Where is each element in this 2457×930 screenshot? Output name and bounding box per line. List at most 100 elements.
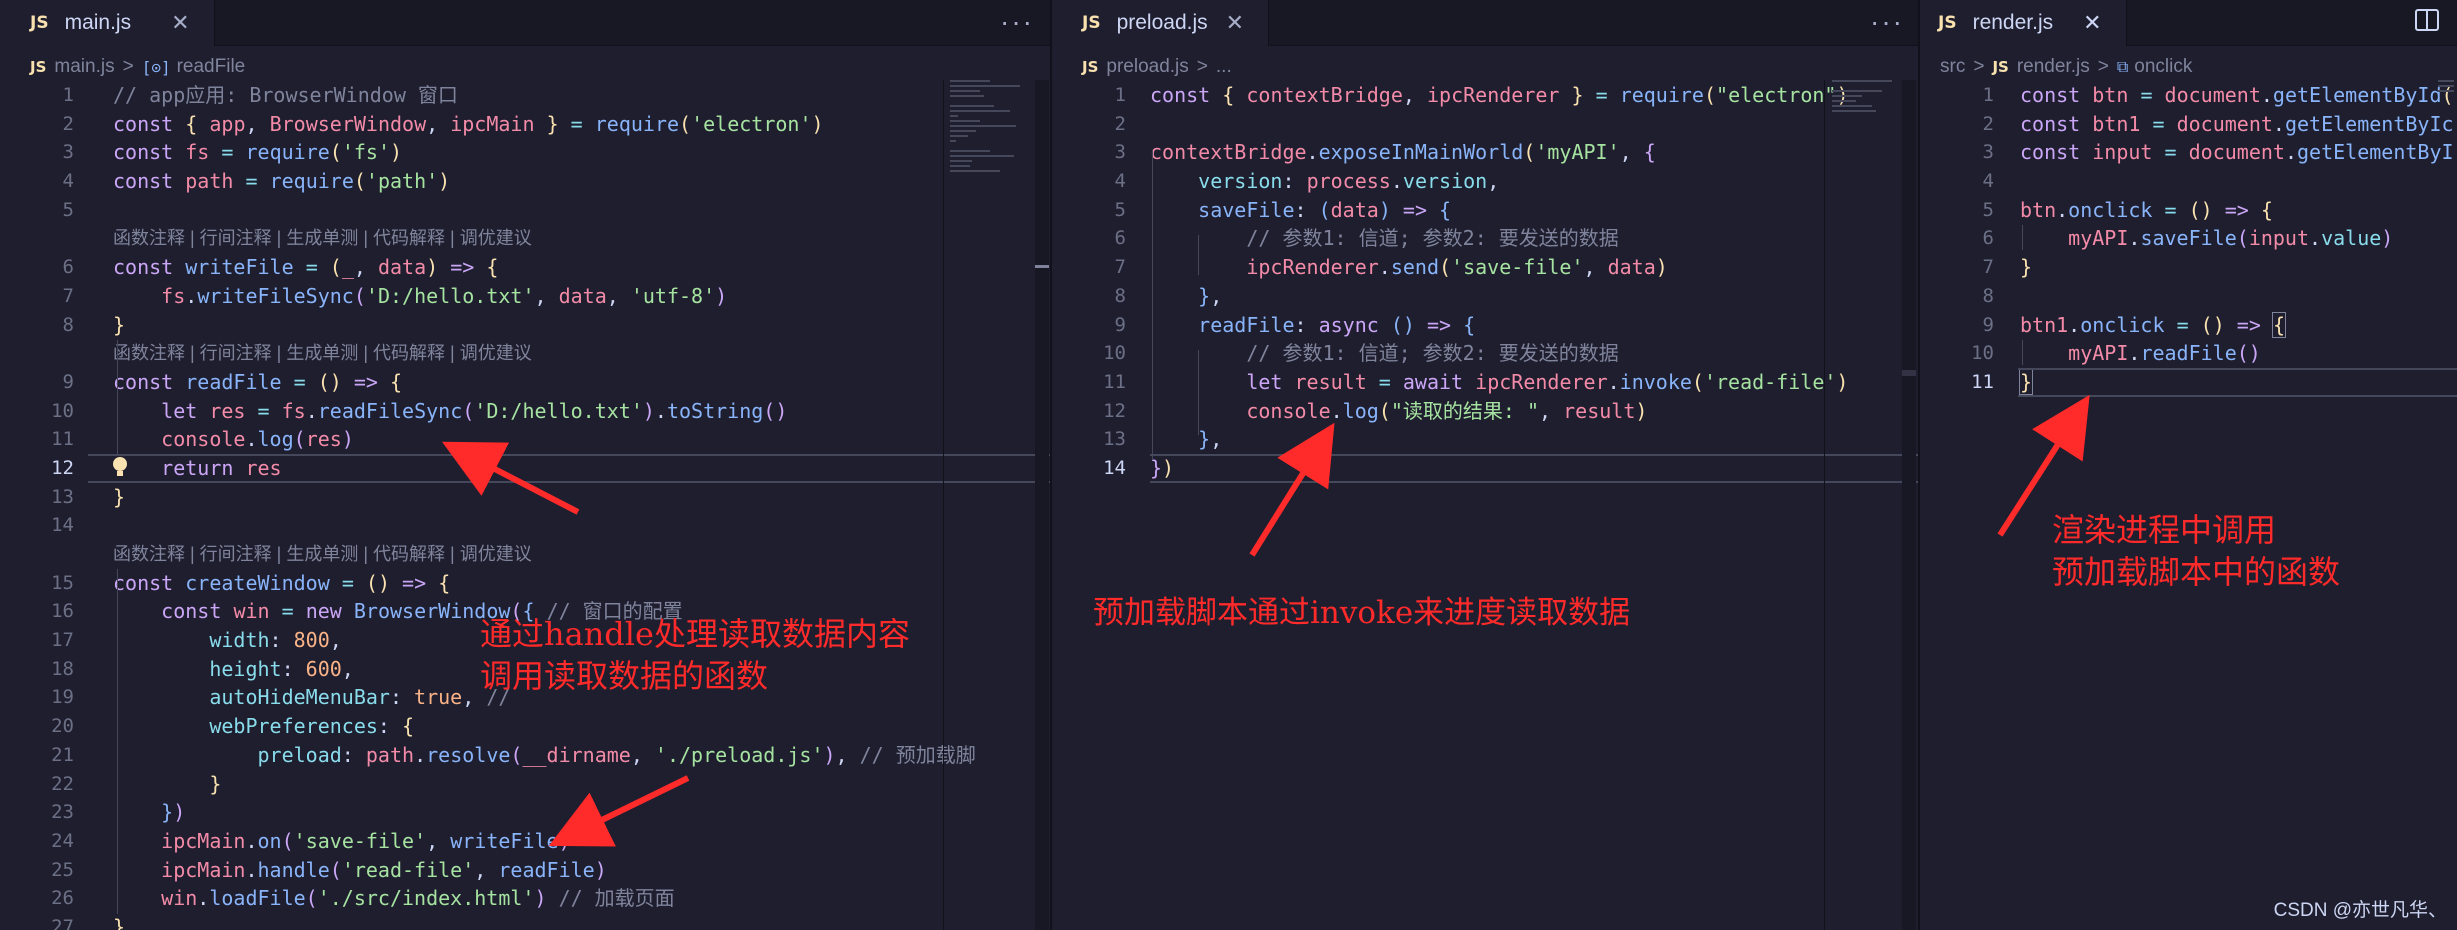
code-line: 20 webPreferences: {: [0, 712, 1050, 741]
line-text: },: [1198, 283, 1223, 308]
line-text: }): [1150, 455, 1175, 480]
lightbulb-icon[interactable]: [113, 456, 127, 477]
vertical-scrollbar[interactable]: [1902, 80, 1916, 930]
code-line: 6 myAPI.saveFile(input.value): [1920, 224, 2457, 253]
breadcrumb-separator: >: [122, 56, 134, 77]
breadcrumb-folder[interactable]: src: [1940, 56, 1965, 78]
code-line: 3 contextBridge.exposeInMainWorld('myAPI'…: [1052, 138, 1918, 167]
close-icon[interactable]: ✕: [2083, 10, 2101, 36]
minimap-border: [1824, 80, 1825, 930]
line-text: version: process.version,: [1198, 169, 1500, 194]
line-text: const input = document.getElementByI: [2020, 140, 2454, 165]
more-actions-icon[interactable]: ···: [1870, 6, 1904, 38]
code-line-current: 12 return res: [0, 453, 1050, 483]
line-text: }: [113, 914, 126, 930]
tab-label: preload.js: [1116, 11, 1208, 34]
annotation-text: 预加载脚本通过invoke来进度读取数据: [1093, 595, 1631, 631]
line-text: fs.writeFileSync('D:/hello.txt', data, '…: [161, 283, 728, 308]
breadcrumb-file[interactable]: main.js: [54, 56, 114, 78]
line-text: return res: [161, 455, 282, 480]
minimap-border: [943, 80, 944, 930]
annotation-text: 通过handle处理读取数据内容: [480, 615, 910, 653]
line-text: myAPI.saveFile(input.value): [2068, 226, 2394, 251]
line-text: win.loadFile('./src/index.html') // 加载页面: [161, 886, 675, 911]
js-file-icon: JS: [30, 58, 47, 76]
code-editor-render[interactable]: 1 const btn = document.getElementById( 2c…: [1920, 81, 2457, 397]
code-line: 23 }): [0, 798, 1050, 827]
line-text: readFile: async () => {: [1198, 312, 1476, 337]
indent-guide: [117, 340, 118, 455]
line-text: ipcMain.handle('read-file', readFile): [161, 857, 607, 882]
code-line: 9 readFile: async () => {: [1052, 311, 1918, 340]
line-text: const btn = document.getElementById(: [2020, 83, 2454, 107]
line-text: // 参数1: 信道; 参数2: 要发送的数据: [1246, 226, 1619, 251]
breadcrumb: src > JS render.js > ⧉ onclick: [1940, 52, 2192, 82]
editor-pane-render: JS render.js ✕ src > JS render.js > ⧉ on…: [1920, 0, 2457, 930]
tab-preload-js[interactable]: JS preload.js ✕: [1052, 0, 1270, 46]
symbol-icon: ⧉: [2116, 57, 2129, 76]
minimap[interactable]: [2438, 80, 2456, 190]
code-line: 13}: [0, 483, 1050, 512]
breadcrumb-symbol[interactable]: ...: [1216, 56, 1232, 78]
line-text: }: [2018, 368, 2034, 395]
codelens[interactable]: 函数注释 | 行间注释 | 生成单测 | 代码解释 | 调优建议: [0, 224, 1050, 253]
line-text: const readFile = () => {: [113, 369, 403, 394]
line-text: saveFile: (data) => {: [1198, 197, 1452, 222]
line-text: }: [113, 484, 126, 509]
code-line: 14: [51, 514, 74, 537]
tab-render-js[interactable]: JS render.js ✕: [1920, 0, 2127, 46]
scroll-thumb[interactable]: [1902, 370, 1916, 376]
code-line: 10 // 参数1: 信道; 参数2: 要发送的数据: [1052, 339, 1918, 368]
annotation-text: 调用读取数据的函数: [480, 657, 769, 695]
code-line: 10 let res = fs.readFileSync('D:/hello.t…: [0, 397, 1050, 426]
close-icon[interactable]: ✕: [171, 10, 189, 36]
minimap[interactable]: [950, 80, 1040, 190]
split-editor-icon[interactable]: [2415, 9, 2439, 31]
breadcrumb-symbol[interactable]: onclick: [2134, 56, 2192, 78]
tab-main-js[interactable]: JS main.js ✕: [0, 0, 215, 46]
code-line: 11 let result = await ipcRenderer.invoke…: [1052, 368, 1918, 397]
codelens[interactable]: 函数注释 | 行间注释 | 生成单测 | 代码解释 | 调优建议: [0, 339, 1050, 368]
breadcrumb: JS main.js > [⊙] readFile: [30, 52, 245, 82]
line-text: btn1.onclick = () => {: [2020, 311, 2286, 338]
line-text: const path = require('path'): [113, 169, 451, 194]
line-text: preload: path.resolve(__dirname, './prel…: [257, 742, 976, 767]
breadcrumb-file[interactable]: preload.js: [1106, 56, 1188, 78]
close-icon[interactable]: ✕: [1226, 10, 1244, 36]
more-actions-icon[interactable]: ···: [1000, 6, 1034, 38]
indent-guide: [1198, 350, 1199, 435]
codelens[interactable]: 函数注释 | 行间注释 | 生成单测 | 代码解释 | 调优建议: [0, 540, 1050, 569]
line-text: // app应用: BrowserWindow 窗口: [113, 83, 458, 107]
line-text: }: [113, 312, 126, 337]
code-line: 24 ipcMain.on('save-file', writeFile): [0, 827, 1050, 856]
vertical-scrollbar[interactable]: [1035, 80, 1049, 930]
editor-pane-preload: JS preload.js ✕ ··· JS preload.js > ... …: [1052, 0, 1918, 930]
code-line: 21 preload: path.resolve(__dirname, './p…: [0, 741, 1050, 770]
code-line: 26 win.loadFile('./src/index.html') // 加…: [0, 884, 1050, 913]
indent-guide: [2022, 225, 2023, 250]
breadcrumb-file[interactable]: render.js: [2017, 56, 2090, 78]
line-text: const createWindow = () => {: [113, 570, 451, 595]
js-file-icon: JS: [1082, 58, 1099, 76]
code-line: 4: [1982, 170, 1994, 193]
code-line-current: 14}): [1052, 453, 1918, 483]
code-line: 12 console.log("读取的结果: ", result): [1052, 397, 1918, 426]
code-line: 5 btn.onclick = () => {: [1920, 196, 2457, 225]
breadcrumb-symbol[interactable]: readFile: [177, 56, 246, 78]
code-line: 5 saveFile: (data) => {: [1052, 196, 1918, 225]
code-editor-main[interactable]: 1// app应用: BrowserWindow 窗口 2 const { app…: [0, 81, 1050, 930]
line-text: }: [2020, 255, 2033, 280]
breadcrumb: JS preload.js > ...: [1082, 52, 1232, 82]
watermark: CSDN @亦世凡华、: [2273, 900, 2447, 921]
code-editor-preload[interactable]: 1 const { contextBridge, ipcRenderer } = …: [1052, 81, 1918, 483]
line-text: ipcRenderer.send('save-file', data): [1246, 255, 1668, 280]
line-text: webPreferences: {: [209, 714, 415, 739]
code-line: 22 }: [0, 770, 1050, 799]
js-file-icon: JS: [1082, 13, 1101, 33]
line-text: }): [161, 800, 186, 825]
line-text: const { app, BrowserWindow, ipcMain } = …: [113, 111, 824, 136]
code-line: 5: [62, 198, 74, 221]
line-text: height: 600,: [209, 656, 354, 681]
code-line: 4 const path = require('path'): [0, 167, 1050, 196]
line-text: // 参数1: 信道; 参数2: 要发送的数据: [1246, 341, 1619, 366]
